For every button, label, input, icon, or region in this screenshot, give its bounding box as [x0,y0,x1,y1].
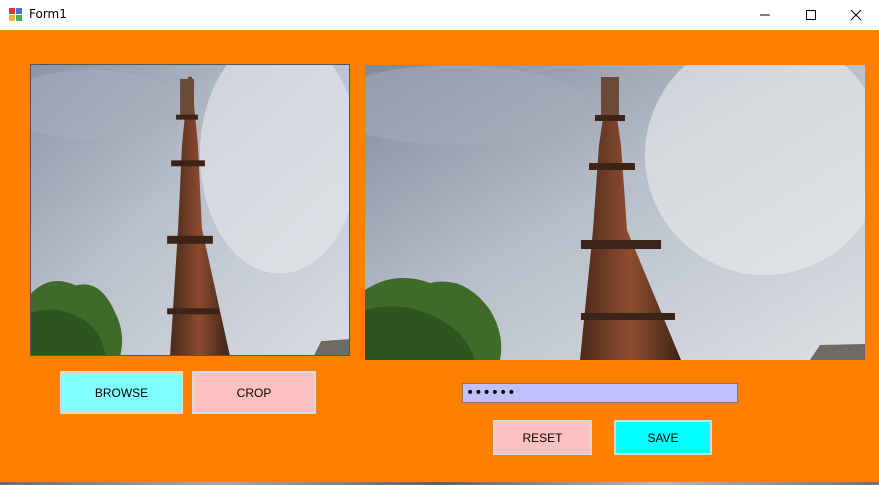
maximize-icon [806,10,816,20]
password-field[interactable] [462,383,738,403]
cropped-picture-box[interactable] [365,65,865,360]
form-window: Form1 BROWSE CROP RESET SAVE [0,0,879,485]
maximize-button[interactable] [788,0,834,30]
reset-button[interactable]: RESET [493,420,592,455]
minimize-icon [760,14,770,16]
close-icon [850,9,862,21]
window-title: Form1 [29,7,67,21]
form-app-icon[interactable] [9,8,22,21]
title-bar[interactable]: Form1 [0,0,879,30]
crop-button[interactable]: CROP [192,371,316,414]
save-button[interactable]: SAVE [614,420,712,455]
original-picture-box[interactable] [30,64,350,356]
close-button[interactable] [833,0,879,30]
minimize-button[interactable] [742,0,788,30]
tower-photo-preview [365,65,865,360]
tower-photo [31,65,349,355]
browse-button[interactable]: BROWSE [60,371,183,414]
